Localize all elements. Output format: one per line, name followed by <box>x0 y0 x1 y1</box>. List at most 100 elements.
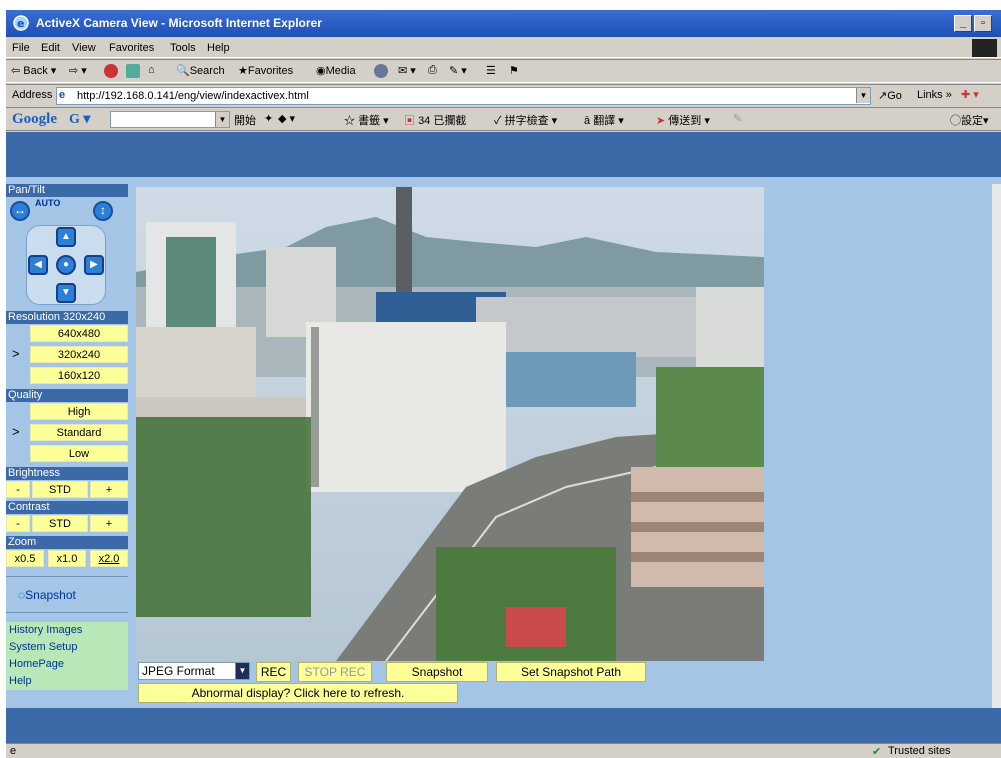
translate-button[interactable]: ā 翻譯 ▾ <box>584 112 624 128</box>
quality-header: Quality <box>6 389 128 402</box>
google-search-input[interactable]: ▼ <box>110 111 230 128</box>
back-button[interactable]: ⇦ Back ▾ <box>11 64 56 77</box>
google-start-button[interactable]: 開始 <box>234 112 256 128</box>
window-title: ActiveX Camera View - Microsoft Internet… <box>36 16 322 30</box>
links-button[interactable]: Links » <box>917 89 952 101</box>
set-snapshot-path-button[interactable]: Set Snapshot Path <box>496 662 646 682</box>
left-arrow-icon[interactable]: ◀ <box>28 255 48 275</box>
favorites-icon: ★ <box>238 65 248 77</box>
format-dropdown-arrow[interactable]: ▼ <box>235 663 249 679</box>
zoom-1.0-button[interactable]: x1.0 <box>48 550 86 567</box>
menu-view[interactable]: View <box>72 42 96 54</box>
address-input[interactable]: e http://192.168.0.141/eng/view/indexact… <box>56 87 871 105</box>
windows-logo-icon <box>972 39 997 57</box>
right-arrow-icon[interactable]: ▶ <box>84 255 104 275</box>
resolution-320x240[interactable]: 320x240 <box>30 346 128 363</box>
pencil-icon: ✎ <box>733 113 743 125</box>
resolution-header: Resolution 320x240 <box>6 311 128 324</box>
brightness-header: Brightness <box>6 467 128 480</box>
quality-low[interactable]: Low <box>30 445 128 462</box>
format-select[interactable]: JPEG Format ▼ <box>138 662 250 680</box>
footer-band <box>6 708 1001 743</box>
address-dropdown[interactable]: ▼ <box>856 88 870 103</box>
search-button[interactable]: 🔍Search <box>176 64 225 77</box>
minimize-button[interactable]: _ <box>954 15 972 32</box>
title-bar: e ActiveX Camera View - Microsoft Intern… <box>6 10 1001 37</box>
up-arrow-icon[interactable]: ▲ <box>56 227 76 247</box>
google-logo: Google <box>12 111 57 127</box>
zoom-2.0-button[interactable]: x2.0 <box>90 550 128 567</box>
edit-icon[interactable]: ✎ ▾ <box>449 64 467 77</box>
sendto-button[interactable]: ➤ 傳送到 ▾ <box>656 112 710 128</box>
menu-tools[interactable]: Tools <box>170 42 196 54</box>
settings-button[interactable]: ◯設定▾ <box>950 112 989 128</box>
homepage-link[interactable]: HomePage <box>6 656 128 673</box>
settings-circle-icon: ◯ <box>950 115 961 127</box>
brightness-std-button[interactable]: STD <box>32 481 88 498</box>
favorites-button[interactable]: ★Favorites <box>238 64 293 77</box>
address-bar: Address e http://192.168.0.141/eng/view/… <box>6 84 1001 106</box>
tilt-vertical-icon[interactable]: ↕ <box>93 201 113 221</box>
system-setup-link[interactable]: System Setup <box>6 639 128 656</box>
address-url: http://192.168.0.141/eng/view/indexactiv… <box>77 90 309 102</box>
pantilt-header: Pan/Tilt <box>6 184 128 197</box>
resolution-640x480[interactable]: 640x480 <box>30 325 128 342</box>
down-arrow-icon[interactable]: ▼ <box>56 283 76 303</box>
page-status-icon: e <box>10 745 17 757</box>
google-search-dropdown[interactable]: ▼ <box>215 112 229 127</box>
trusted-sites-icon: ✔ <box>872 746 882 758</box>
stop-rec-button[interactable]: STOP REC <box>298 662 372 682</box>
media-button[interactable]: ◉Media <box>316 64 356 77</box>
resolution-selected-marker: > <box>12 346 20 361</box>
messenger-icon[interactable]: ⚑ <box>509 64 519 77</box>
contrast-minus-button[interactable]: - <box>6 515 30 532</box>
history-images-link[interactable]: History Images <box>6 622 128 639</box>
stop-icon[interactable] <box>104 64 118 78</box>
resolution-160x120[interactable]: 160x120 <box>30 367 128 384</box>
menu-edit[interactable]: Edit <box>41 42 60 54</box>
home-icon[interactable]: ⌂ <box>148 64 155 76</box>
pantilt-pad: ↔ AUTO ↕ ▲ ◀ ● ▶ ▼ <box>6 197 128 312</box>
go-button[interactable]: ↗Go <box>878 89 902 102</box>
spellcheck-button[interactable]: ✓ 拼字檢查 ▾ <box>494 112 557 128</box>
camera-video-feed <box>136 187 764 661</box>
popup-blocker-icon: ▣ <box>404 115 415 127</box>
menu-help[interactable]: Help <box>207 42 230 54</box>
zoom-0.5-button[interactable]: x0.5 <box>6 550 44 567</box>
history-icon[interactable] <box>374 64 388 78</box>
menu-favorites[interactable]: Favorites <box>109 42 154 54</box>
snapshot-link[interactable]: ◌Snapshot <box>18 588 76 602</box>
maximize-button[interactable]: ▫ <box>974 15 992 32</box>
page-content: Pan/Tilt ↔ AUTO ↕ ▲ ◀ ● ▶ ▼ Resolution 3… <box>6 132 1001 743</box>
help-link[interactable]: Help <box>6 673 128 690</box>
highlight-icon[interactable]: ◆ ▾ <box>278 112 295 125</box>
quality-high[interactable]: High <box>30 403 128 420</box>
contrast-header: Contrast <box>6 501 128 514</box>
home-center-icon[interactable]: ● <box>56 255 76 275</box>
refresh-display-button[interactable]: Abnormal display? Click here to refresh. <box>138 683 458 703</box>
vertical-scrollbar[interactable] <box>992 184 1001 714</box>
refresh-icon[interactable] <box>126 64 140 78</box>
forward-button[interactable]: ⇨ ▾ <box>69 64 87 77</box>
menu-file[interactable]: File <box>12 42 30 54</box>
google-menu-button[interactable]: G ▾ <box>69 111 90 128</box>
quality-standard[interactable]: Standard <box>30 424 128 441</box>
zoom-header: Zoom <box>6 536 128 549</box>
standard-toolbar: ⇦ Back ▾ ⇨ ▾ ⌂ 🔍Search ★Favorites ◉Media… <box>6 59 1001 83</box>
sendto-icon: ➤ <box>656 115 666 127</box>
popup-blocker-button[interactable]: ▣ 34 已攔截 <box>404 112 466 128</box>
go-arrow-icon: ↗ <box>878 90 888 102</box>
rec-button[interactable]: REC <box>256 662 291 682</box>
google-toolbar: Google G ▾ ▼ 開始 ✦ ◆ ▾ ☆ 書籤 ▾ ▣ 34 已攔截 ✓ … <box>6 107 1001 131</box>
bookmarks-button[interactable]: ☆ 書籤 ▾ <box>344 112 389 128</box>
print-icon[interactable]: ⎙ <box>428 64 437 77</box>
discuss-icon[interactable]: ☰ <box>486 64 496 77</box>
pan-horizontal-icon[interactable]: ↔ <box>10 201 30 221</box>
contrast-std-button[interactable]: STD <box>32 515 88 532</box>
extension-icon[interactable]: ✚ ▾ <box>961 88 979 101</box>
contrast-plus-button[interactable]: + <box>90 515 128 532</box>
mail-icon[interactable]: ✉ ▾ <box>398 64 416 77</box>
snapshot-button[interactable]: Snapshot <box>386 662 488 682</box>
brightness-plus-button[interactable]: + <box>90 481 128 498</box>
brightness-minus-button[interactable]: - <box>6 481 30 498</box>
